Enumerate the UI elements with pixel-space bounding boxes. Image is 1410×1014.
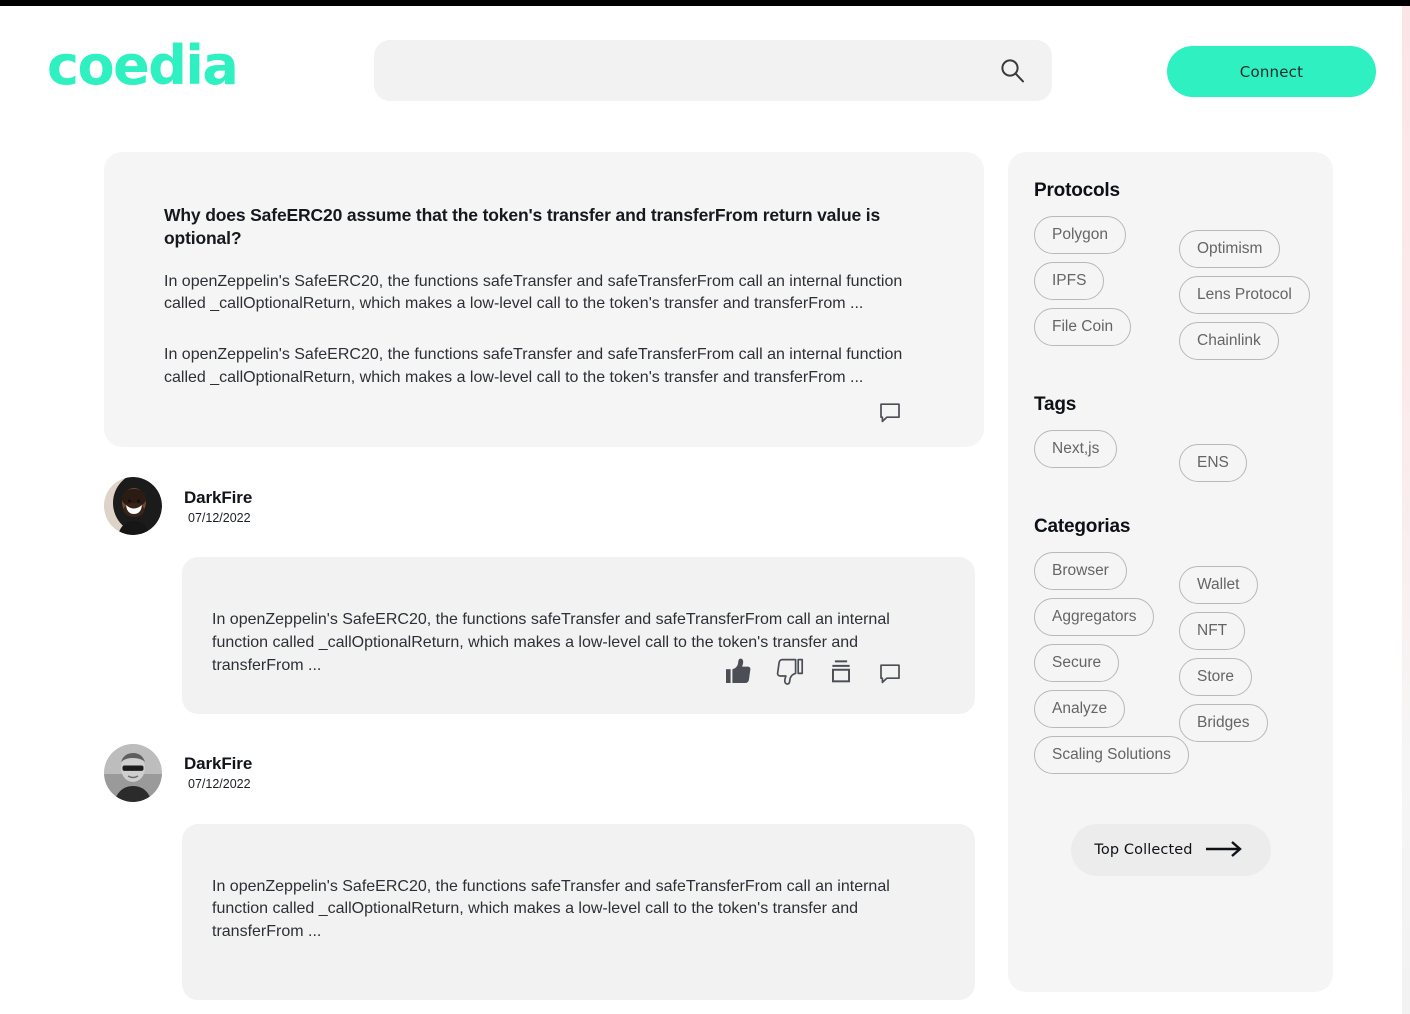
- author-date: 07/12/2022: [188, 777, 251, 792]
- category-pill-aggregators[interactable]: Aggregators: [1034, 598, 1155, 636]
- tags-heading: Tags: [1034, 394, 1077, 415]
- thread-column: Why does SafeERC20 assume that the token…: [104, 152, 984, 1000]
- category-pill-browser[interactable]: Browser: [1034, 552, 1127, 590]
- comment-icon[interactable]: [877, 399, 903, 425]
- window-right-edge-strip: [1402, 6, 1410, 1014]
- answer-card: In openZeppelin's SafeERC20, the functio…: [182, 823, 975, 1000]
- pill-row: Secure Store: [1034, 644, 1309, 696]
- author-name: DarkFire: [184, 754, 253, 774]
- pill-row: Aggregators NFT: [1034, 598, 1309, 650]
- search-input[interactable]: [374, 40, 984, 101]
- pill-row: Scaling Solutions: [1034, 736, 1309, 782]
- pill-row: Next,js ENS: [1034, 430, 1309, 482]
- tag-pill-ens[interactable]: ENS: [1179, 444, 1247, 482]
- answer-actions: [212, 656, 945, 688]
- pill-row: Analyze Bridges: [1034, 690, 1309, 742]
- protocols-heading: Protocols: [1034, 180, 1120, 201]
- question-paragraph-1: In openZeppelin's SafeERC20, the functio…: [164, 272, 903, 313]
- site-header: coedia Connect: [0, 6, 1402, 136]
- protocol-pill-ipfs[interactable]: IPFS: [1034, 262, 1105, 300]
- filters-sidebar: Protocols Polygon Optimism IPFS Lens Pro…: [1008, 152, 1333, 992]
- top-collected-button[interactable]: Top Collected: [1070, 824, 1271, 876]
- archive-icon[interactable]: [827, 658, 855, 686]
- brand-logo[interactable]: coedia: [47, 39, 239, 93]
- category-pill-scaling-solutions[interactable]: Scaling Solutions: [1034, 736, 1189, 774]
- avatar[interactable]: [104, 477, 162, 536]
- answer-card: In openZeppelin's SafeERC20, the functio…: [182, 557, 975, 714]
- search-icon[interactable]: [999, 57, 1026, 84]
- tag-pill-nextjs[interactable]: Next,js: [1034, 430, 1118, 468]
- pill-row: Browser Wallet: [1034, 552, 1309, 604]
- answer-author-row: DarkFire 07/12/2022: [104, 477, 984, 536]
- answer-author-row: DarkFire 07/12/2022: [104, 743, 984, 802]
- answer-body: In openZeppelin's SafeERC20, the functio…: [212, 877, 890, 940]
- author-date: 07/12/2022: [188, 510, 251, 525]
- arrow-right-icon: [1205, 840, 1247, 861]
- category-pill-analyze[interactable]: Analyze: [1034, 690, 1126, 728]
- categories-heading: Categorias: [1034, 516, 1131, 537]
- thumbs-down-icon[interactable]: [775, 656, 805, 686]
- comment-icon[interactable]: [877, 660, 903, 686]
- pill-row: File Coin Chainlink: [1034, 308, 1309, 360]
- category-pill-secure[interactable]: Secure: [1034, 644, 1120, 682]
- question-card: Why does SafeERC20 assume that the token…: [104, 152, 984, 448]
- tags-pill-grid: Next,js ENS: [1034, 430, 1309, 482]
- protocol-pill-file-coin[interactable]: File Coin: [1034, 308, 1132, 346]
- question-title: Why does SafeERC20 assume that the token…: [164, 205, 881, 249]
- protocol-pill-polygon[interactable]: Polygon: [1034, 216, 1127, 254]
- pill-row: IPFS Lens Protocol: [1034, 262, 1310, 314]
- connect-button[interactable]: Connect: [1167, 46, 1376, 97]
- author-name: DarkFire: [184, 487, 253, 507]
- top-collected-label: Top Collected: [1094, 842, 1193, 858]
- question-paragraph-2: In openZeppelin's SafeERC20, the functio…: [164, 345, 903, 386]
- protocol-pill-chainlink[interactable]: Chainlink: [1179, 322, 1279, 360]
- author-meta: DarkFire 07/12/2022: [184, 488, 252, 525]
- author-meta: DarkFire 07/12/2022: [184, 754, 252, 791]
- thumbs-up-icon[interactable]: [723, 656, 753, 686]
- avatar[interactable]: [104, 743, 162, 802]
- search-bar[interactable]: [374, 40, 1052, 101]
- categories-pill-grid: Browser Wallet Aggregators NFT Secure St…: [1034, 552, 1309, 782]
- question-actions: [164, 399, 924, 429]
- page-root: coedia Connect Why does SafeERC20 assume…: [0, 6, 1402, 1014]
- protocols-pill-grid: Polygon Optimism IPFS Lens Protocol File…: [1034, 216, 1310, 360]
- pill-row: Polygon Optimism: [1034, 216, 1309, 268]
